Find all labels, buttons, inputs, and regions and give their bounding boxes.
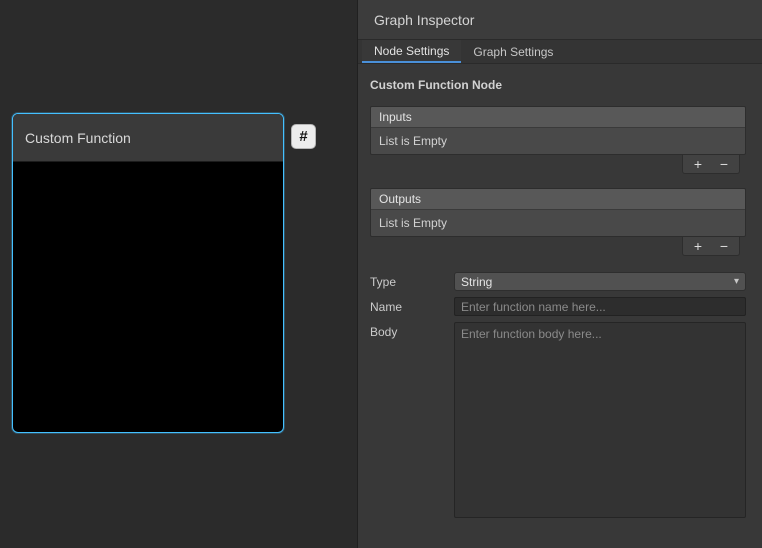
inputs-list-header: Inputs xyxy=(371,107,745,128)
function-name-input[interactable] xyxy=(454,297,746,316)
chevron-down-icon: ▾ xyxy=(734,276,739,287)
section-heading: Custom Function Node xyxy=(370,78,746,92)
outputs-empty-row: List is Empty xyxy=(371,210,745,236)
graph-inspector-panel: Graph Inspector Node Settings Graph Sett… xyxy=(357,0,762,548)
type-dropdown-value: String xyxy=(461,275,492,289)
inputs-list-footer-wrap: + − xyxy=(370,155,746,174)
tab-node-settings-label: Node Settings xyxy=(374,44,449,58)
outputs-list-footer: + − xyxy=(682,237,740,256)
tab-graph-settings[interactable]: Graph Settings xyxy=(461,40,565,63)
inputs-list: Inputs List is Empty xyxy=(370,106,746,155)
type-label: Type xyxy=(370,272,454,289)
body-label: Body xyxy=(370,322,454,339)
inputs-empty-row: List is Empty xyxy=(371,128,745,154)
inspector-title: Graph Inspector xyxy=(374,12,474,28)
inspector-header: Graph Inspector xyxy=(358,0,762,40)
add-output-button[interactable]: + xyxy=(687,238,709,255)
graph-canvas[interactable]: Custom Function # xyxy=(0,0,357,548)
remove-input-button[interactable]: − xyxy=(713,156,735,173)
add-input-button[interactable]: + xyxy=(687,156,709,173)
name-label: Name xyxy=(370,297,454,314)
outputs-list-footer-wrap: + − xyxy=(370,237,746,256)
node-preview-toggle-badge[interactable]: # xyxy=(291,124,316,149)
node-header[interactable]: Custom Function xyxy=(13,114,283,162)
custom-function-node[interactable]: Custom Function xyxy=(12,113,284,433)
node-title: Custom Function xyxy=(25,130,131,146)
tab-node-settings[interactable]: Node Settings xyxy=(362,40,461,63)
function-body-textarea[interactable] xyxy=(454,322,746,518)
inputs-list-footer: + − xyxy=(682,155,740,174)
outputs-list-header: Outputs xyxy=(371,189,745,210)
hash-icon: # xyxy=(299,128,307,145)
inspector-content: Custom Function Node Inputs List is Empt… xyxy=(358,78,762,518)
remove-output-button[interactable]: − xyxy=(713,238,735,255)
inspector-tabs: Node Settings Graph Settings xyxy=(358,40,762,64)
outputs-list: Outputs List is Empty xyxy=(370,188,746,237)
tab-graph-settings-label: Graph Settings xyxy=(473,45,553,59)
node-settings-fields: Type String ▾ Name Body xyxy=(370,272,746,518)
type-dropdown[interactable]: String ▾ xyxy=(454,272,746,291)
